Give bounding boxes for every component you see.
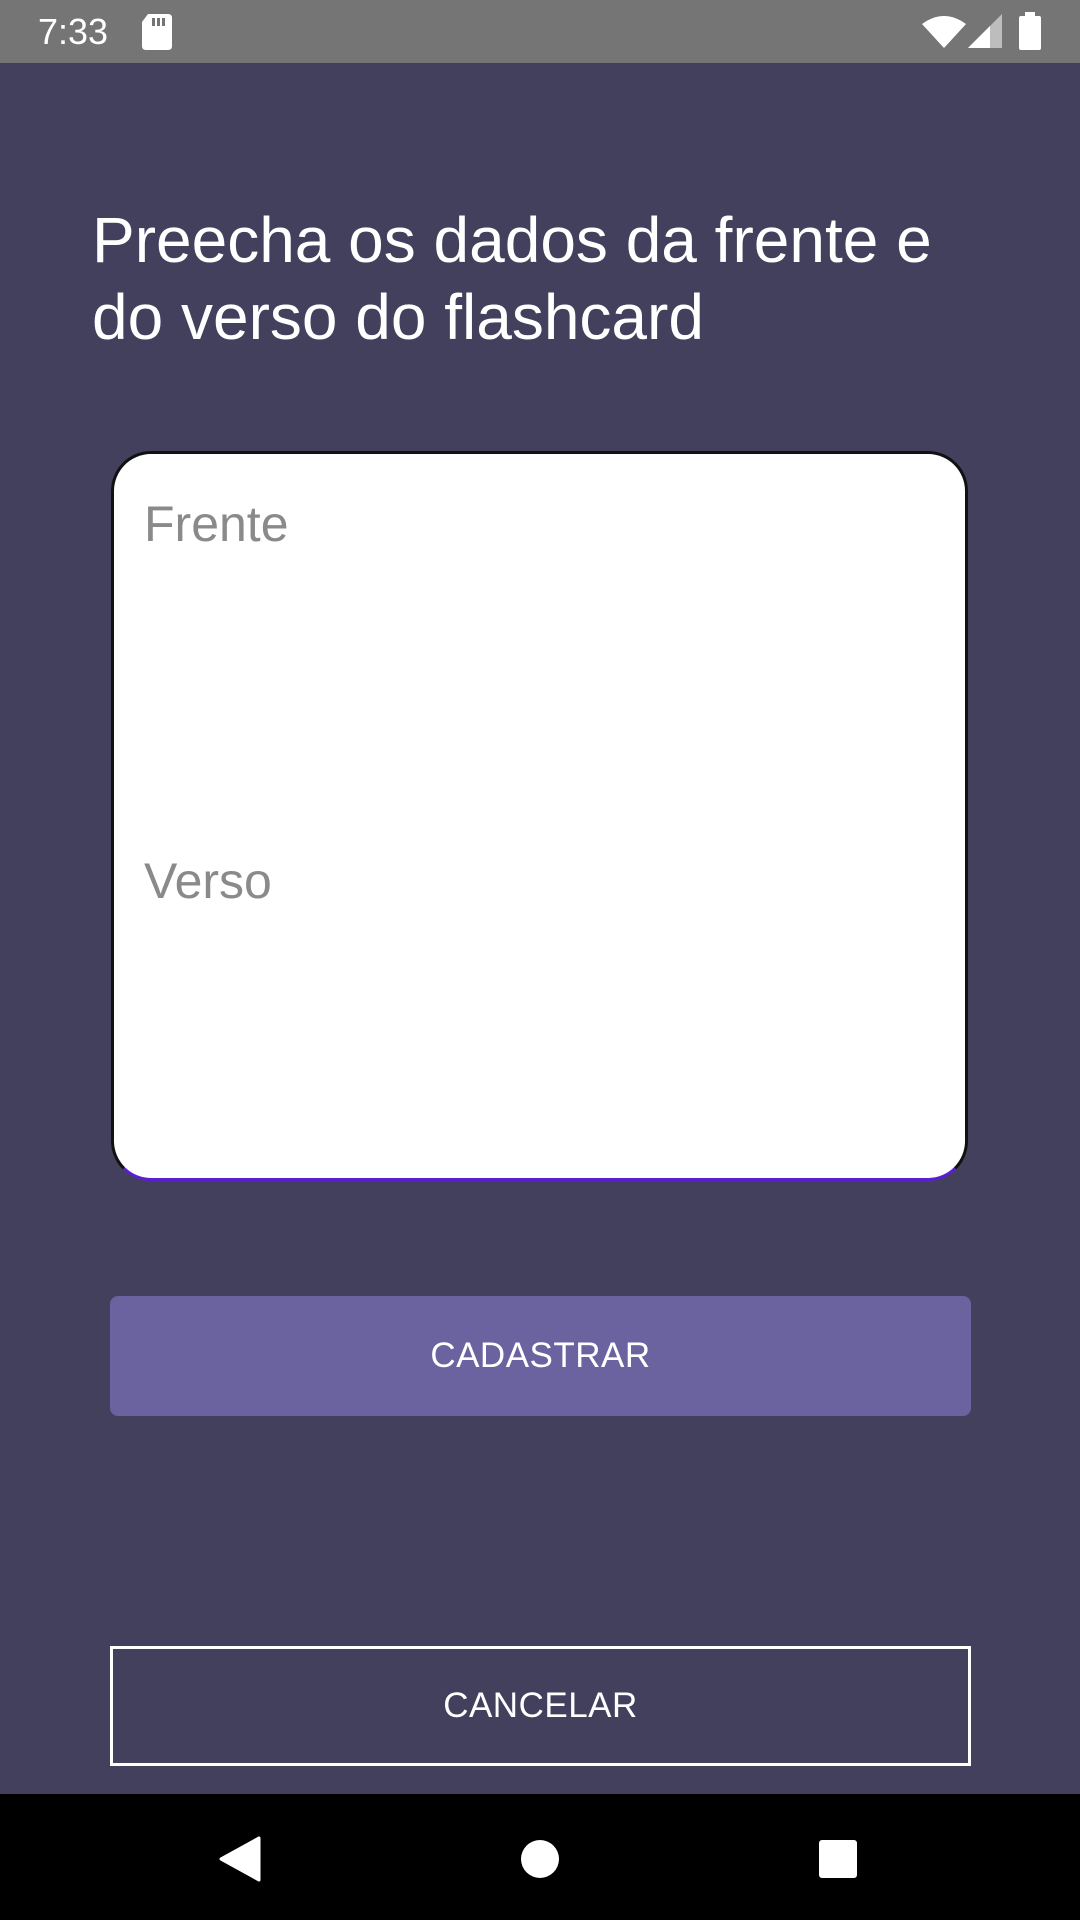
recents-icon[interactable]	[798, 1819, 878, 1899]
front-input[interactable]	[144, 494, 934, 794]
wifi-icon	[922, 16, 966, 53]
status-time: 7:33	[38, 11, 109, 52]
page-title: Preecha os dados da frente e do verso do…	[92, 204, 932, 353]
main-content: Preecha os dados da frente e do verso do…	[0, 63, 1080, 1794]
register-button[interactable]: CADASTRAR	[110, 1296, 971, 1416]
flashcard-form-card	[111, 451, 968, 1181]
back-icon[interactable]	[200, 1819, 280, 1899]
cancel-button[interactable]: CANCELAR	[110, 1646, 971, 1766]
home-icon[interactable]	[500, 1819, 580, 1899]
status-bar: 7:33	[0, 0, 1080, 63]
back-input[interactable]	[144, 851, 934, 1141]
battery-icon	[1019, 12, 1041, 55]
sd-card-icon	[142, 14, 172, 55]
navigation-bar	[0, 1794, 1080, 1920]
signal-icon	[968, 14, 1002, 53]
